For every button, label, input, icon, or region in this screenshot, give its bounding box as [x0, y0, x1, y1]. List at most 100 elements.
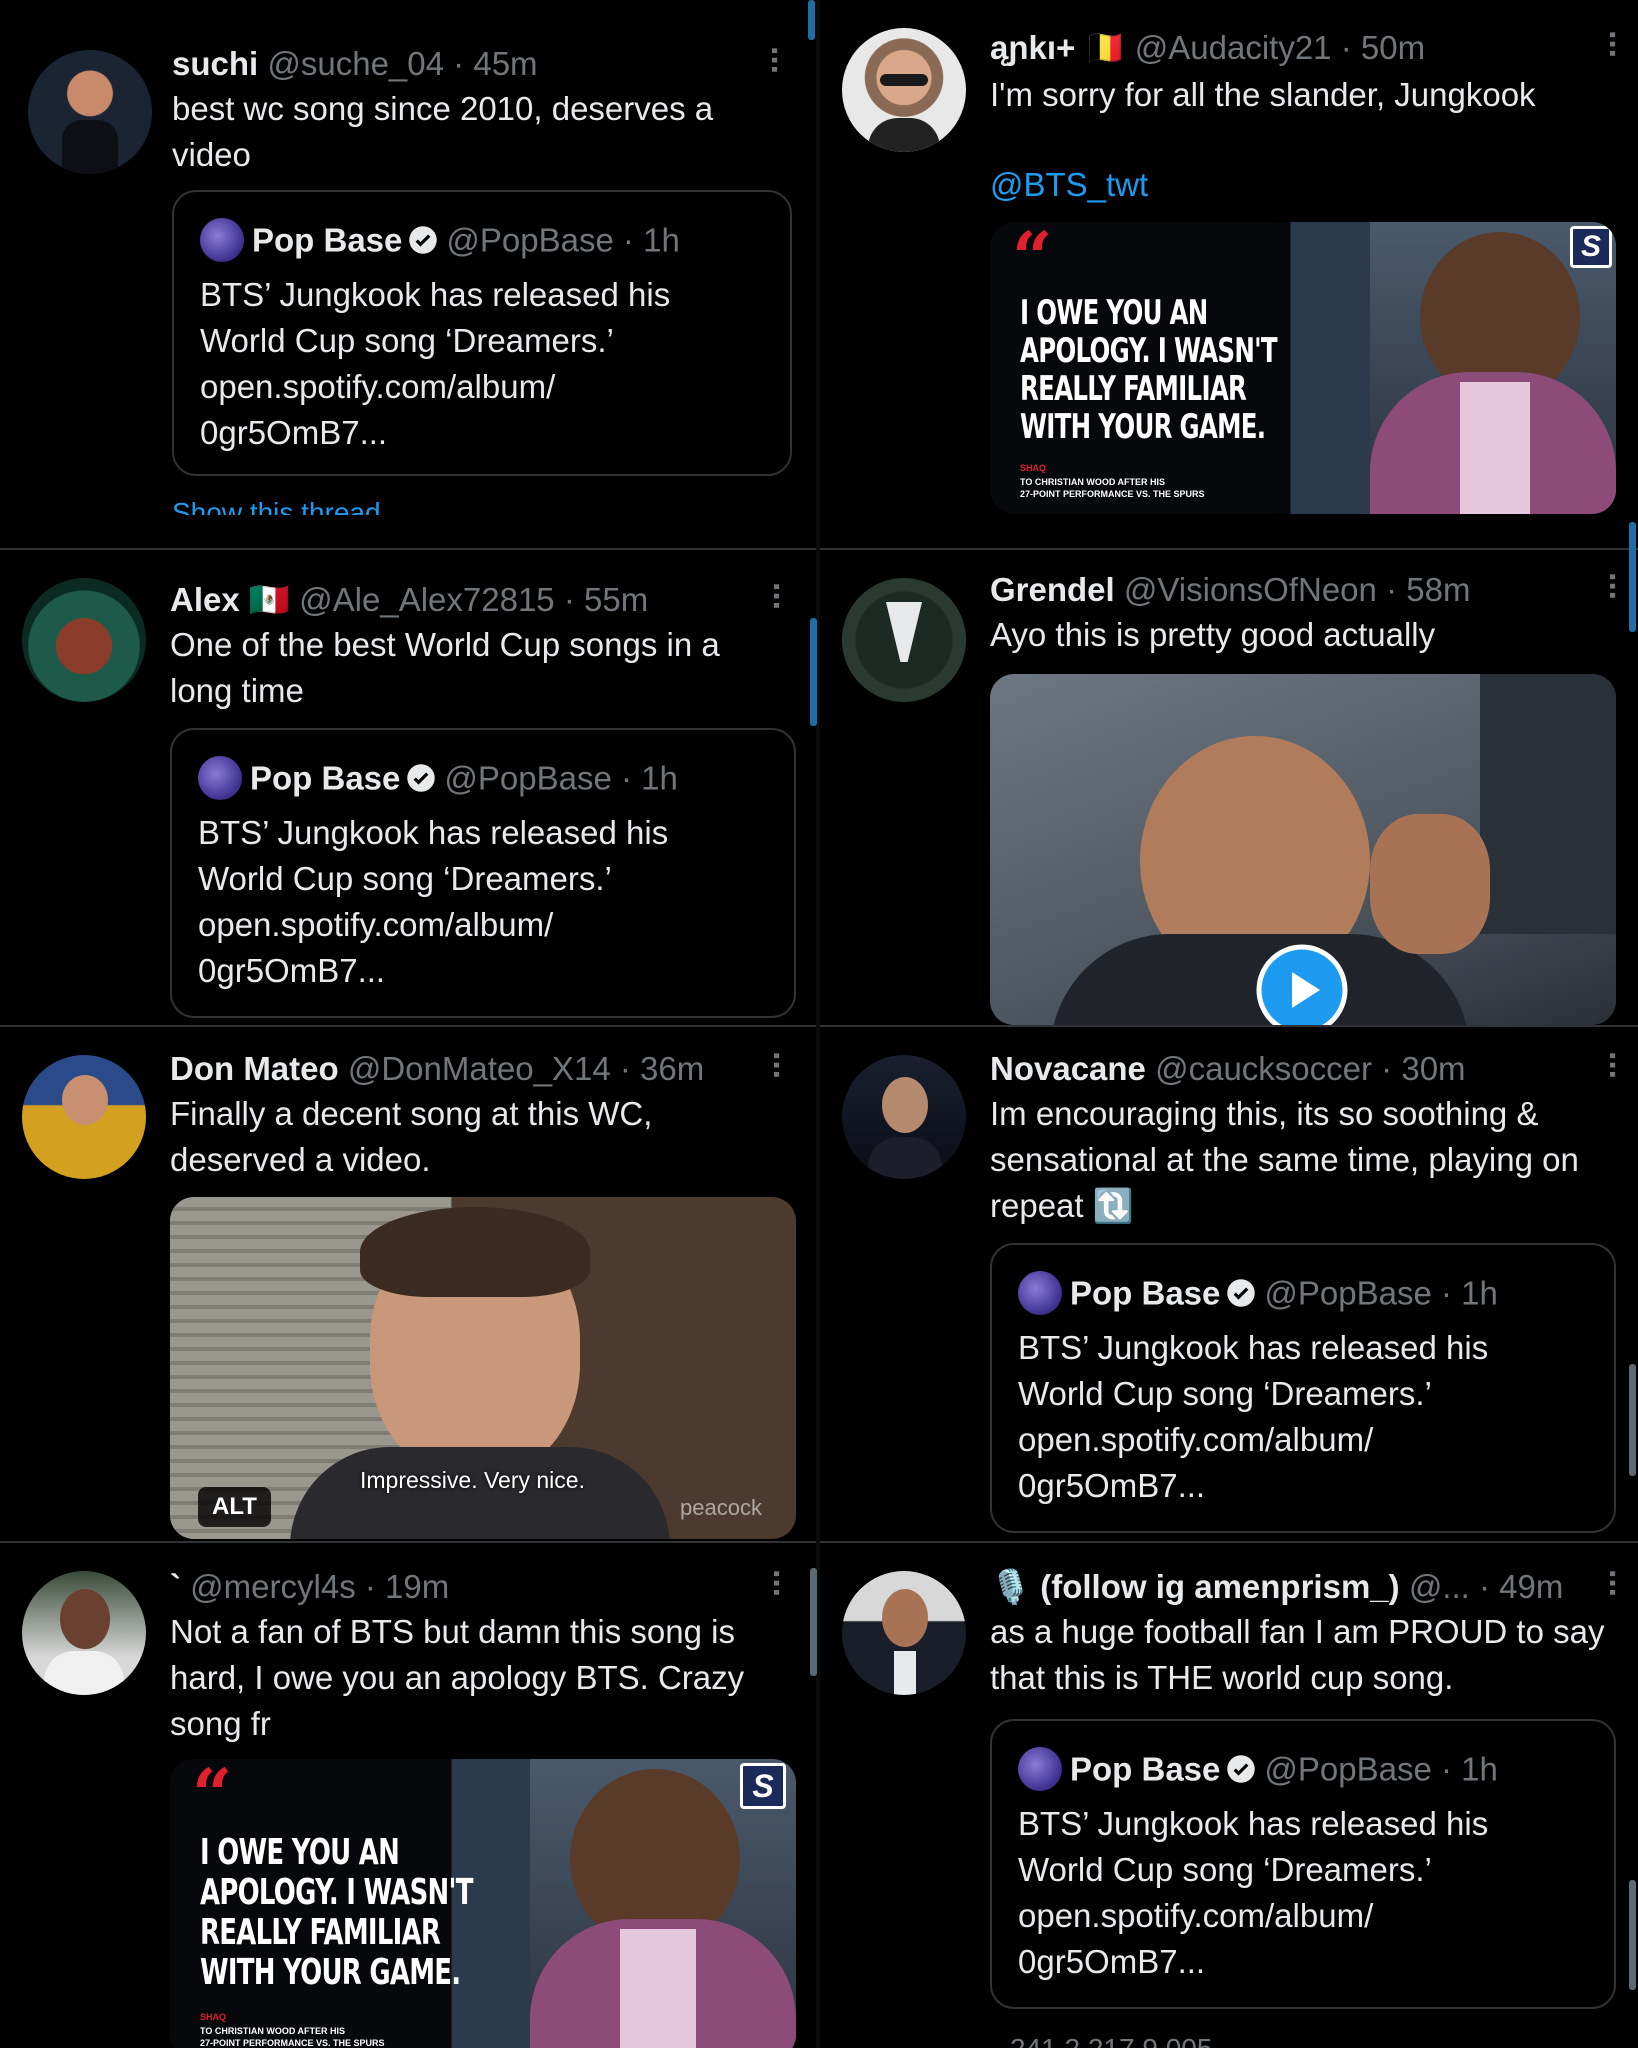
scrollbar[interactable]: [810, 618, 817, 726]
quoted-tweet[interactable]: Pop Base @PopBase · 1h BTS’ Jungkook has …: [990, 1243, 1616, 1533]
display-name[interactable]: Don Mateo: [170, 1050, 339, 1087]
avatar[interactable]: [842, 1055, 966, 1179]
avatar: [1018, 1747, 1062, 1792]
tweet-don-mateo[interactable]: Don Mateo @DonMateo_X14 · 36m ··· Finall…: [0, 1027, 816, 1539]
display-name: Pop Base: [1070, 1274, 1221, 1312]
mention-link[interactable]: @BTS_twt: [990, 162, 1148, 208]
handle[interactable]: @caucksoccer: [1155, 1050, 1372, 1087]
handle[interactable]: @mercyl4s: [190, 1568, 356, 1605]
avatar: [1018, 1271, 1062, 1316]
tweet-alex[interactable]: Alex 🇲🇽 @Ale_Alex72815 · 55m ··· One of …: [0, 550, 816, 1025]
logo: S: [740, 1763, 786, 1809]
quoted-tweet-text: BTS’ Jungkook has released his World Cup…: [200, 276, 671, 451]
handle[interactable]: @suche_04: [267, 45, 444, 82]
avatar[interactable]: [28, 50, 152, 174]
tweet-text: best wc song since 2010, deserves a vide…: [172, 90, 714, 173]
more-options-icon[interactable]: ···: [755, 46, 793, 74]
tweet-grendel[interactable]: Grendel @VisionsOfNeon · 58m ··· Ayo thi…: [820, 550, 1638, 1025]
avatar[interactable]: [22, 578, 146, 702]
display-name[interactable]: Grendel: [990, 571, 1115, 608]
handle[interactable]: @VisionsOfNeon: [1124, 571, 1377, 608]
tweet-amenprism[interactable]: 🎙️ (follow ig amenprism_) @... · 49m ···…: [820, 1543, 1638, 2048]
repeat-emoji-icon: 🔃: [1092, 1187, 1134, 1224]
timestamp: 1h: [641, 759, 678, 797]
tweet-video[interactable]: [990, 674, 1616, 1025]
display-name[interactable]: `: [170, 1568, 181, 1605]
timestamp[interactable]: 45m: [473, 45, 537, 82]
timestamp[interactable]: 30m: [1401, 1050, 1465, 1087]
more-options-icon[interactable]: ···: [757, 1051, 795, 1079]
timestamp[interactable]: 19m: [385, 1568, 449, 1605]
timestamp: 1h: [1461, 1750, 1498, 1788]
tweet-text: Not a fan of BTS but damn this song is h…: [170, 1613, 745, 1742]
timestamp[interactable]: 58m: [1406, 571, 1470, 608]
handle: @PopBase: [1264, 1750, 1432, 1788]
tweet-header: Grendel @VisionsOfNeon · 58m: [990, 571, 1471, 608]
quoted-tweet[interactable]: Pop Base @PopBase · 1h BTS’ Jungkook has …: [990, 1719, 1616, 2009]
more-options-icon[interactable]: ···: [1593, 1569, 1631, 1597]
tweet-gif[interactable]: Impressive. Very nice. ALT peacock: [170, 1197, 796, 1539]
timestamp[interactable]: 50m: [1361, 29, 1425, 66]
more-options-icon[interactable]: ···: [1593, 572, 1631, 600]
image-speaker: SHAQ: [200, 2012, 227, 2022]
handle: @PopBase: [1264, 1274, 1432, 1312]
tweet-header: Novacane @caucksoccer · 30m: [990, 1050, 1466, 1087]
display-name[interactable]: ąɲkı+: [990, 29, 1075, 66]
avatar[interactable]: [842, 578, 966, 702]
logo: S: [1570, 226, 1612, 268]
handle[interactable]: @...: [1409, 1568, 1470, 1605]
display-name[interactable]: Alex: [170, 581, 240, 618]
handle: @PopBase: [446, 221, 614, 259]
tweet-image[interactable]: “ I OWE YOU AN APOLOGY. I WASN'T REALLY …: [990, 222, 1616, 514]
display-name[interactable]: 🎙️ (follow ig amenprism_): [990, 1568, 1400, 1605]
scrollbar[interactable]: [1629, 1364, 1636, 1476]
timestamp[interactable]: 55m: [584, 581, 648, 618]
show-thread-link[interactable]: Show this thread: [172, 497, 381, 515]
tweet-image[interactable]: “ I OWE YOU AN APOLOGY. I WASN'T REALLY …: [170, 1759, 796, 2048]
avatar[interactable]: [842, 28, 966, 152]
tweet-header: Alex 🇲🇽 @Ale_Alex72815 · 55m: [170, 581, 649, 618]
timestamp: 1h: [643, 221, 680, 259]
avatar[interactable]: [842, 1571, 966, 1695]
display-name[interactable]: Novacane: [990, 1050, 1146, 1087]
play-icon[interactable]: [1256, 944, 1348, 1025]
quoted-tweet-text: BTS’ Jungkook has released his World Cup…: [198, 814, 669, 989]
avatar[interactable]: [22, 1055, 146, 1179]
tweet-actions-row[interactable]: 241 2,217 9,005: [1010, 2033, 1212, 2048]
handle[interactable]: @Ale_Alex72815: [299, 581, 555, 618]
scrollbar[interactable]: [1629, 522, 1636, 632]
timestamp[interactable]: 49m: [1499, 1568, 1563, 1605]
image-caption: TO CHRISTIAN WOOD AFTER HIS 27-POINT PER…: [200, 2026, 385, 2048]
handle[interactable]: @DonMateo_X14: [348, 1050, 611, 1087]
quote-mark: “: [192, 1759, 233, 1836]
tweet-text: Finally a decent song at this WC, deserv…: [170, 1095, 653, 1178]
quoted-tweet[interactable]: Pop Base @PopBase · 1h BTS’ Jungkook has …: [172, 190, 792, 476]
timestamp[interactable]: 36m: [640, 1050, 704, 1087]
more-options-icon[interactable]: ···: [757, 582, 795, 610]
avatar[interactable]: [22, 1571, 146, 1695]
verified-icon: [1227, 1279, 1256, 1308]
display-name: Pop Base: [250, 759, 401, 797]
more-options-icon[interactable]: ···: [1593, 1051, 1631, 1079]
quoted-tweet-text: BTS’ Jungkook has released his World Cup…: [1018, 1805, 1489, 1980]
avatar: [198, 756, 242, 801]
scrollbar[interactable]: [810, 1568, 817, 1676]
tweet-mercyl4s[interactable]: ` @mercyl4s · 19m ··· Not a fan of BTS b…: [0, 1543, 816, 2048]
tweet-ankit[interactable]: ąɲkı+ 🇧🇪 @Audacity21 · 50m ··· I'm sorry…: [820, 0, 1638, 515]
quoted-tweet-text: BTS’ Jungkook has released his World Cup…: [1018, 1329, 1489, 1504]
scrollbar[interactable]: [1629, 1880, 1636, 1990]
alt-badge[interactable]: ALT: [198, 1487, 271, 1527]
tweet-header: ` @mercyl4s · 19m: [170, 1568, 450, 1605]
scrollbar[interactable]: [808, 0, 815, 40]
flag-icon: 🇧🇪: [1084, 29, 1126, 66]
more-options-icon[interactable]: ···: [757, 1569, 795, 1597]
timestamp: 1h: [1461, 1274, 1498, 1312]
tweet-header: ąɲkı+ 🇧🇪 @Audacity21 · 50m: [990, 29, 1426, 66]
tweet-suchi[interactable]: suchi @suche_04 · 45m ··· best wc song s…: [0, 0, 816, 515]
tweet-novacane[interactable]: Novacane @caucksoccer · 30m ··· Im encou…: [820, 1027, 1638, 1539]
quoted-tweet[interactable]: Pop Base @PopBase · 1h BTS’ Jungkook has …: [170, 728, 796, 1018]
handle[interactable]: @Audacity21: [1135, 29, 1332, 66]
more-options-icon[interactable]: ···: [1593, 30, 1631, 58]
flag-icon: 🇲🇽: [248, 581, 290, 618]
display-name[interactable]: suchi: [172, 45, 258, 82]
